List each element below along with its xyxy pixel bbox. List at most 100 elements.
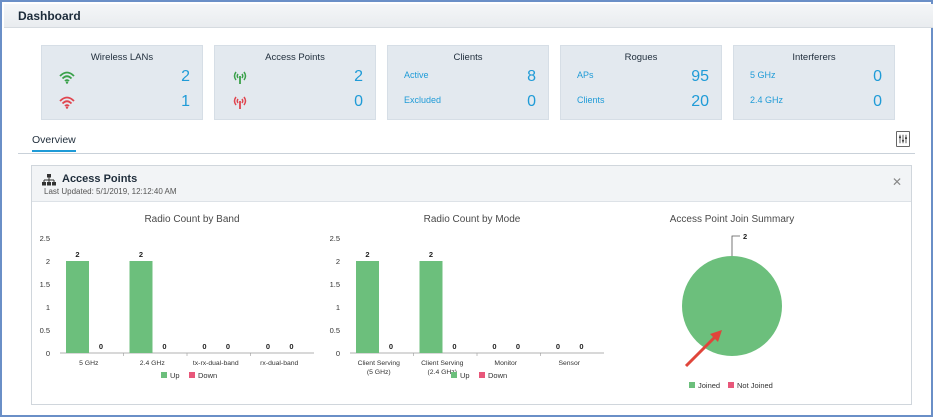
- legend-swatch-down: [189, 372, 195, 378]
- tile-value[interactable]: 95: [691, 68, 709, 86]
- tile-wireless-lans[interactable]: Wireless LANs 2 1: [41, 45, 203, 120]
- tile-value[interactable]: 20: [691, 93, 709, 111]
- access-points-panel: Access Points Last Updated: 5/1/2019, 12…: [31, 165, 912, 405]
- tile-row[interactable]: APs 95: [577, 68, 709, 88]
- legend-swatch-down: [479, 372, 485, 378]
- leader-line: [731, 235, 740, 256]
- tile-row[interactable]: 2: [58, 68, 190, 88]
- y-tick-label: 0: [336, 349, 340, 358]
- y-tick-label: 2: [336, 257, 340, 266]
- legend-swatch-up: [451, 372, 457, 378]
- tile-value[interactable]: 0: [354, 93, 363, 111]
- bar-up: [356, 261, 379, 353]
- x-tick-label: Sensor: [558, 360, 580, 367]
- y-tick-label: 0.5: [40, 326, 50, 335]
- y-tick-label: 2.5: [330, 234, 340, 243]
- data-label: 0: [99, 342, 103, 351]
- y-tick-label: 1: [46, 303, 50, 312]
- last-updated-text: Last Updated: 5/1/2019, 12:12:40 AM: [44, 187, 177, 196]
- tile-label[interactable]: APs: [577, 70, 594, 80]
- tile-rogues[interactable]: Rogues APs 95 Clients 20: [560, 45, 722, 120]
- tile-access-points[interactable]: Access Points 2 0: [214, 45, 376, 120]
- legend-swatch-up: [161, 372, 167, 378]
- tile-row[interactable]: 1: [58, 93, 190, 113]
- panel-header: Access Points Last Updated: 5/1/2019, 12…: [32, 166, 911, 202]
- chart-title: Radio Count by Band: [144, 214, 240, 225]
- tile-row[interactable]: 2.4 GHz 0: [750, 93, 882, 113]
- tile-value[interactable]: 0: [527, 93, 536, 111]
- data-label: 0: [289, 342, 293, 351]
- tab-bar: Overview: [18, 130, 915, 154]
- tab-overview[interactable]: Overview: [32, 134, 76, 152]
- chart-title: Radio Count by Mode: [423, 214, 521, 225]
- data-label: 0: [556, 342, 560, 351]
- data-label: 0: [389, 342, 393, 351]
- y-tick-label: 1.5: [330, 280, 340, 289]
- bar-up: [129, 261, 153, 353]
- tile-value[interactable]: 0: [873, 93, 882, 111]
- tile-title: Interferers: [792, 52, 836, 63]
- tile-value[interactable]: 1: [181, 93, 190, 111]
- tile-row[interactable]: 0: [231, 93, 363, 113]
- legend-swatch-not-joined: [728, 382, 734, 388]
- tile-clients[interactable]: Clients Active 8 Excluded 0: [387, 45, 549, 120]
- chart-title: Access Point Join Summary: [669, 214, 795, 225]
- tile-row[interactable]: 5 GHz 0: [750, 68, 882, 88]
- tile-value[interactable]: 2: [354, 68, 363, 86]
- tile-label[interactable]: Clients: [577, 95, 605, 105]
- x-tick-label: Client Serving: [421, 360, 464, 367]
- data-label: 0: [516, 342, 520, 351]
- data-label: 2: [743, 232, 747, 241]
- tile-label[interactable]: Active: [404, 70, 429, 80]
- ap-green-icon: [233, 71, 247, 84]
- x-tick-label: tx-rx-dual-band: [193, 360, 239, 367]
- data-label: 0: [202, 342, 206, 351]
- x-tick-label: Client Serving: [358, 360, 401, 367]
- tile-row[interactable]: 2: [231, 68, 363, 88]
- tile-label[interactable]: Excluded: [404, 95, 441, 105]
- tile-row[interactable]: Active 8: [404, 68, 536, 88]
- page-title: Dashboard: [18, 9, 81, 23]
- ap-red-icon: [233, 96, 247, 109]
- wifi-red-icon: [59, 96, 75, 109]
- data-label: 2: [139, 250, 143, 259]
- tile-title: Access Points: [265, 52, 325, 63]
- legend-swatch-joined: [689, 382, 695, 388]
- data-label: 2: [365, 250, 369, 259]
- legend-label-up: Up: [170, 371, 180, 380]
- wifi-green-icon: [59, 71, 75, 84]
- tile-row[interactable]: Excluded 0: [404, 93, 536, 113]
- close-icon[interactable]: ✕: [892, 175, 902, 189]
- y-tick-label: 0.5: [330, 326, 340, 335]
- panel-title: Access Points: [62, 173, 138, 185]
- data-label: 0: [452, 342, 456, 351]
- x-tick-label: Monitor: [494, 360, 517, 367]
- x-tick-label: (5 GHz): [367, 369, 391, 376]
- pie-slice-joined: [682, 256, 782, 356]
- x-tick-label: rx-dual-band: [260, 360, 298, 367]
- legend-label-not-joined: Not Joined: [737, 381, 773, 390]
- y-tick-label: 1: [336, 303, 340, 312]
- tile-title: Clients: [453, 52, 483, 63]
- tile-row[interactable]: Clients 20: [577, 93, 709, 113]
- tile-value[interactable]: 0: [873, 68, 882, 86]
- tile-interferers[interactable]: Interferers 5 GHz 0 2.4 GHz 0: [733, 45, 895, 120]
- tile-title: Rogues: [624, 52, 658, 63]
- tile-title: Wireless LANs: [90, 52, 154, 63]
- tile-value[interactable]: 8: [527, 68, 536, 86]
- legend-label-down: Down: [488, 371, 507, 380]
- legend-label-up: Up: [460, 371, 470, 380]
- pie-chart-ap-join-summary: 2 Joined Not Joined: [682, 232, 782, 390]
- tile-label[interactable]: 2.4 GHz: [750, 95, 783, 105]
- y-tick-label: 2: [46, 257, 50, 266]
- y-tick-label: 2.5: [40, 234, 50, 243]
- dashlet-settings-icon[interactable]: [896, 131, 910, 147]
- data-label: 0: [492, 342, 496, 351]
- bar-up: [66, 261, 89, 353]
- hierarchy-icon: [42, 174, 56, 186]
- bar-chart-radio-count-by-mode: 2.5 2 1.5 1 0.5 0 2 0 Client Serving (5 GHz) 2 0 Cli…: [330, 234, 604, 380]
- data-label: 0: [162, 342, 166, 351]
- tile-value[interactable]: 2: [181, 68, 190, 86]
- tile-label[interactable]: 5 GHz: [750, 70, 776, 80]
- data-label: 0: [579, 342, 583, 351]
